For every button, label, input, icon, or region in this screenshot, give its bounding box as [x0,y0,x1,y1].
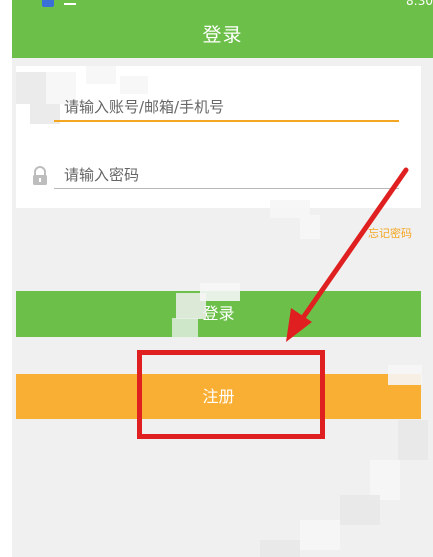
red-arrow-shaft [297,167,409,325]
red-annotation [137,167,409,439]
red-highlight-box [137,350,325,439]
